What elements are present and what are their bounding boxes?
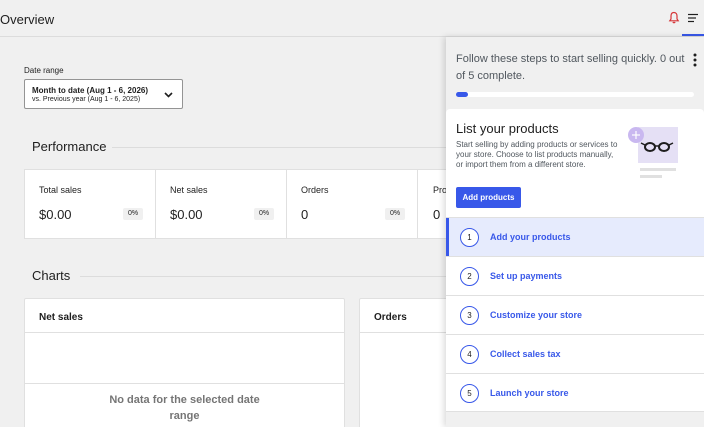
empty-state-line: No data for the selected date — [109, 394, 260, 406]
metric-change: 0% — [123, 208, 143, 220]
date-range-compare: vs. Previous year (Aug 1 - 6, 2025) — [32, 96, 141, 103]
add-products-button[interactable]: Add products — [456, 187, 521, 208]
empty-state-message: No data for the selected date range — [25, 392, 344, 424]
metric-net-sales[interactable]: Net sales $0.00 0% — [156, 170, 287, 238]
task-description: Start selling by adding products or serv… — [456, 140, 618, 169]
step-number: 5 — [460, 384, 479, 403]
metric-value: $0.00 — [170, 207, 203, 222]
divider — [25, 383, 344, 384]
chart-net-sales: Net sales No data for the selected date … — [24, 298, 345, 427]
menu-icon[interactable] — [686, 11, 700, 25]
empty-state-line: range — [169, 410, 200, 422]
task-title: List your products — [456, 121, 559, 136]
metric-name: Pro — [433, 185, 448, 195]
date-range-primary: Month to date (Aug 1 - 6, 2026) — [32, 86, 149, 95]
step-number: 4 — [460, 345, 479, 364]
more-options-icon[interactable] — [693, 53, 697, 67]
chevron-down-icon — [164, 92, 173, 98]
setup-progress-bar — [456, 92, 694, 97]
metric-name: Net sales — [170, 185, 208, 195]
page-title: Overview — [0, 12, 55, 27]
bell-icon[interactable] — [668, 11, 680, 25]
step-number: 3 — [460, 306, 479, 325]
step-collect-sales-tax[interactable]: 4 Collect sales tax — [446, 334, 704, 373]
progress-fill — [456, 92, 468, 97]
setup-intro-text: Follow these steps to start selling quic… — [456, 53, 685, 82]
step-label: Set up payments — [490, 271, 563, 281]
step-add-products[interactable]: 1 Add your products — [446, 217, 704, 256]
metric-value: 0 — [301, 207, 309, 222]
date-range-label: Date range — [24, 66, 64, 75]
active-indicator — [682, 34, 704, 36]
metric-value: $0.00 — [39, 207, 72, 222]
step-label: Collect sales tax — [490, 349, 561, 359]
current-task-card: List your products Start selling by addi… — [446, 109, 704, 217]
step-label: Add your products — [490, 232, 571, 242]
top-bar: Overview — [0, 0, 704, 37]
divider — [80, 276, 446, 277]
metric-value: 0 — [433, 207, 441, 222]
divider — [25, 332, 344, 333]
step-number: 1 — [460, 228, 479, 247]
performance-grid: Total sales $0.00 0% Net sales $0.00 0% … — [24, 169, 464, 239]
metric-change: 0% — [254, 208, 274, 220]
metric-change: 0% — [385, 208, 405, 220]
active-step-indicator — [446, 218, 449, 256]
step-label: Customize your store — [490, 310, 583, 320]
metric-total-sales[interactable]: Total sales $0.00 0% — [25, 170, 156, 238]
step-label: Launch your store — [490, 388, 569, 398]
metric-name: Total sales — [39, 185, 82, 195]
chart-title: Net sales — [39, 312, 83, 323]
step-customize-store[interactable]: 3 Customize your store — [446, 295, 704, 334]
chart-orders: Orders — [359, 298, 459, 427]
divider — [360, 332, 458, 333]
metric-orders[interactable]: Orders 0 0% — [287, 170, 418, 238]
chart-title: Orders — [374, 312, 407, 323]
step-number: 2 — [460, 267, 479, 286]
performance-title: Performance — [32, 139, 107, 154]
date-range-select[interactable]: Month to date (Aug 1 - 6, 2026) vs. Prev… — [24, 79, 183, 109]
charts-title: Charts — [32, 268, 71, 283]
step-launch-store[interactable]: 5 Launch your store — [446, 373, 704, 412]
products-illustration-icon — [628, 127, 678, 178]
setup-task-panel: Follow these steps to start selling quic… — [446, 37, 704, 427]
step-set-up-payments[interactable]: 2 Set up payments — [446, 256, 704, 295]
divider — [112, 147, 446, 148]
metric-name: Orders — [301, 185, 329, 195]
